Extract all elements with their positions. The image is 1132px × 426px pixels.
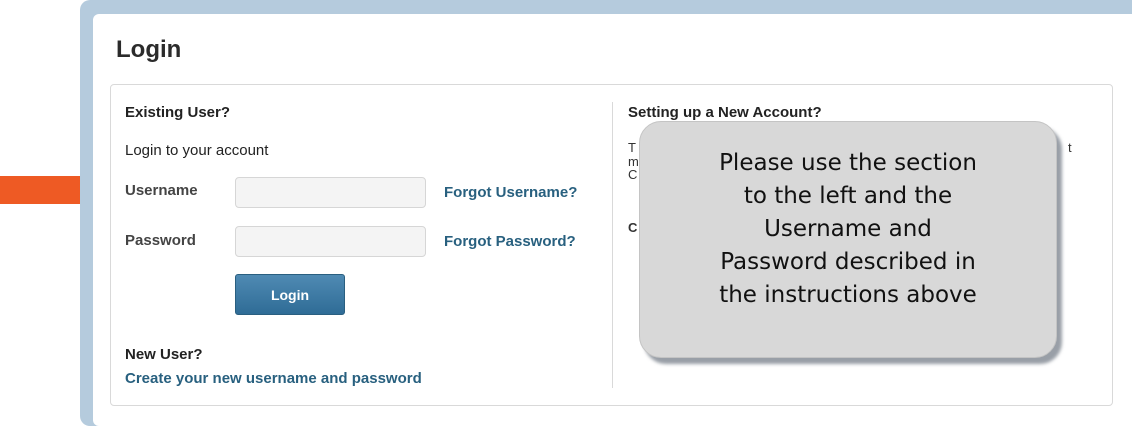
- username-input[interactable]: [235, 177, 426, 208]
- login-subtitle: Login to your account: [125, 142, 269, 159]
- column-divider: [612, 102, 613, 388]
- login-page: Login Existing User? Login to your accou…: [0, 0, 1132, 426]
- new-account-text-fragment: t: [1068, 140, 1072, 155]
- new-user-heading: New User?: [125, 346, 203, 363]
- new-account-text-fragment: C: [628, 167, 638, 182]
- password-input[interactable]: [235, 226, 426, 257]
- username-label: Username: [125, 182, 198, 199]
- create-account-link[interactable]: Create your new username and password: [125, 370, 422, 387]
- page-title: Login: [116, 36, 182, 63]
- forgot-password-link[interactable]: Forgot Password?: [444, 233, 576, 250]
- password-label: Password: [125, 232, 196, 249]
- callout-text: Please use the section to the left and t…: [719, 150, 977, 308]
- new-account-text-fragment: C: [628, 220, 638, 235]
- existing-user-heading: Existing User?: [125, 104, 231, 121]
- login-button[interactable]: Login: [235, 274, 345, 315]
- new-account-text-fragment: T: [628, 140, 636, 155]
- instruction-callout: Please use the section to the left and t…: [639, 121, 1057, 358]
- forgot-username-link[interactable]: Forgot Username?: [444, 184, 577, 201]
- new-account-heading: Setting up a New Account?: [628, 104, 822, 121]
